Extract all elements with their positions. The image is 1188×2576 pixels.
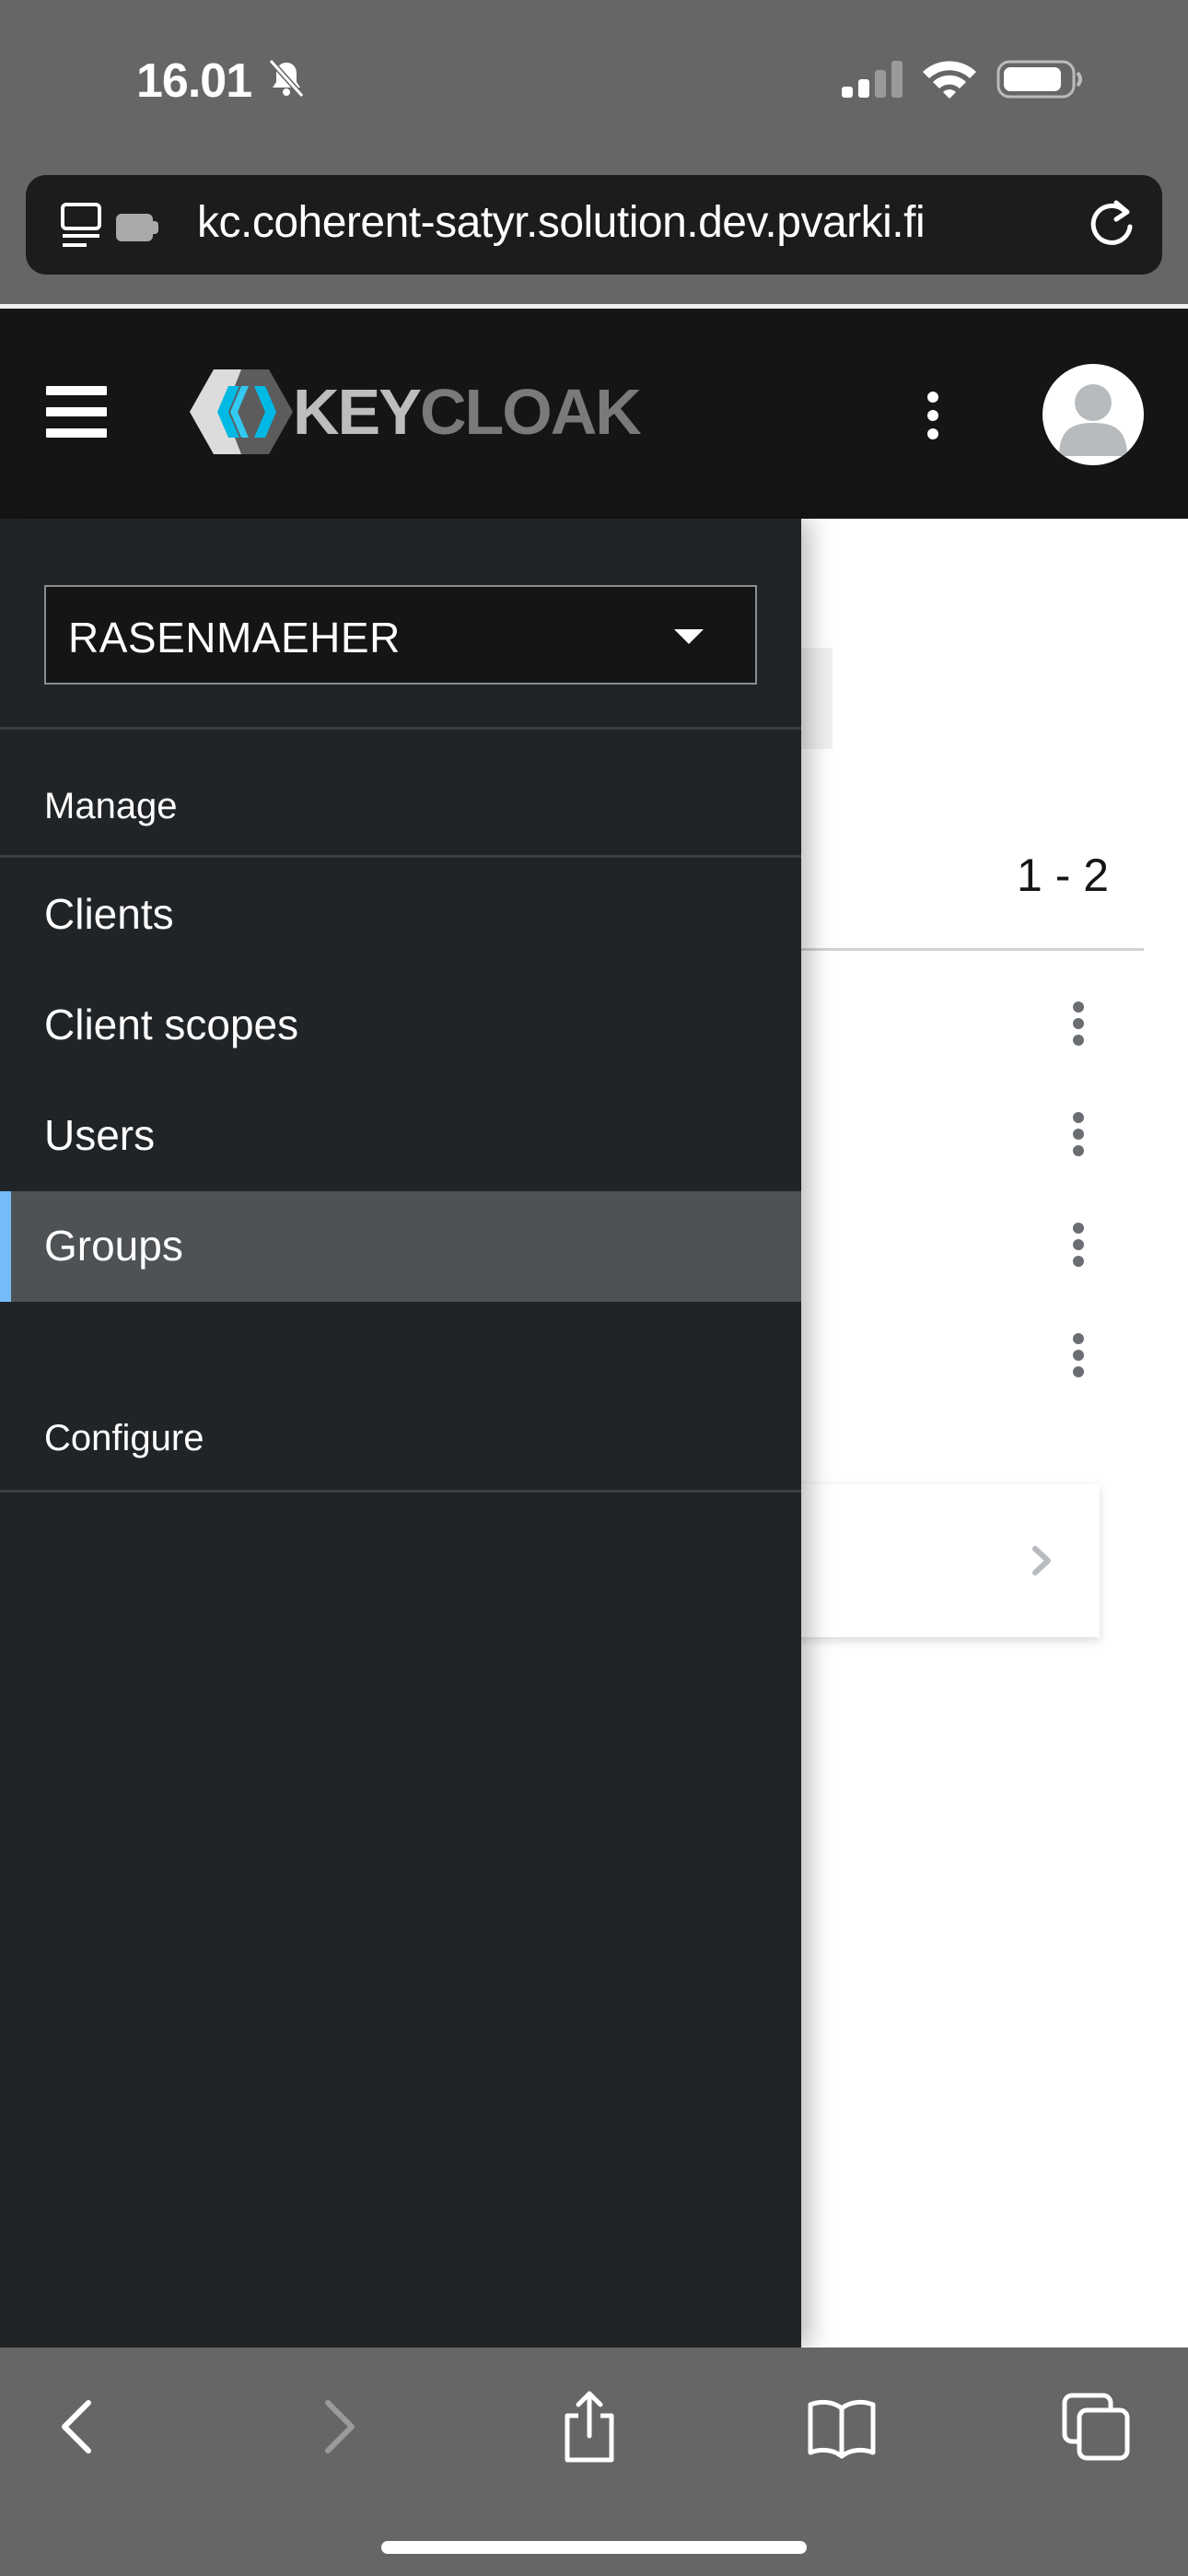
nav-item-clients[interactable]: Clients — [0, 860, 801, 970]
share-icon[interactable] — [553, 2390, 626, 2464]
row-kebab-icon[interactable] — [1065, 996, 1092, 1051]
active-indicator — [0, 1191, 11, 1302]
nav-item-label: Client scopes — [44, 1001, 299, 1048]
section-title-manage: Manage — [44, 786, 178, 826]
nav-item-client-scopes[interactable]: Client scopes — [0, 970, 801, 1081]
divider — [0, 855, 801, 858]
browser-toolbar — [0, 2348, 1188, 2576]
nav-item-label: Clients — [44, 890, 174, 938]
battery-icon — [996, 60, 1082, 99]
address-bar[interactable]: kc.coherent-satyr.solution.dev.pvarki.fi — [26, 175, 1162, 275]
bookmarks-icon[interactable] — [805, 2390, 879, 2464]
divider — [0, 1490, 801, 1493]
section-title-configure: Configure — [44, 1418, 204, 1458]
bell-slash-icon — [268, 58, 305, 99]
forward-icon[interactable] — [300, 2390, 374, 2464]
row-kebab-icon[interactable] — [1065, 1217, 1092, 1272]
reader-mode-icon[interactable] — [59, 201, 160, 251]
kebab-menu-icon[interactable] — [919, 388, 947, 443]
tabs-icon[interactable] — [1059, 2390, 1133, 2464]
back-icon[interactable] — [42, 2390, 116, 2464]
nav-item-label: Users — [44, 1111, 156, 1159]
nav-item-groups[interactable]: Groups — [0, 1191, 801, 1302]
status-time: 16.01 — [136, 54, 252, 108]
row-kebab-icon[interactable] — [1065, 1328, 1092, 1383]
realm-name: RASENMAEHER — [68, 614, 401, 662]
table-header-divider — [801, 948, 1144, 951]
url-text[interactable]: kc.coherent-satyr.solution.dev.pvarki.fi — [197, 197, 926, 248]
keycloak-logo-text: KEYCLOAK — [293, 376, 642, 448]
nav-item-label: Groups — [44, 1222, 183, 1270]
reload-icon[interactable] — [1085, 197, 1138, 251]
row-kebab-icon[interactable] — [1065, 1107, 1092, 1162]
hamburger-menu-icon[interactable] — [46, 386, 107, 438]
pagination-card — [792, 1484, 1100, 1637]
home-indicator[interactable] — [381, 2541, 807, 2554]
cellular-signal-icon — [842, 61, 903, 98]
realm-selector[interactable]: RASENMAEHER — [44, 585, 757, 685]
divider — [0, 727, 801, 730]
pagination-range: 1 - 2 — [1017, 849, 1110, 901]
status-bar: 16.01 — [0, 0, 1188, 166]
user-avatar-icon[interactable] — [1042, 364, 1144, 465]
wifi-icon — [923, 61, 976, 99]
nav-item-users[interactable]: Users — [0, 1081, 801, 1191]
chevron-right-icon[interactable] — [1022, 1538, 1059, 1584]
masthead: KEYCLOAK — [0, 309, 1188, 519]
caret-down-icon — [674, 629, 704, 644]
nav-drawer: RASENMAEHER Manage Clients Client scopes… — [0, 519, 801, 2348]
keycloak-logo-icon — [190, 369, 293, 454]
